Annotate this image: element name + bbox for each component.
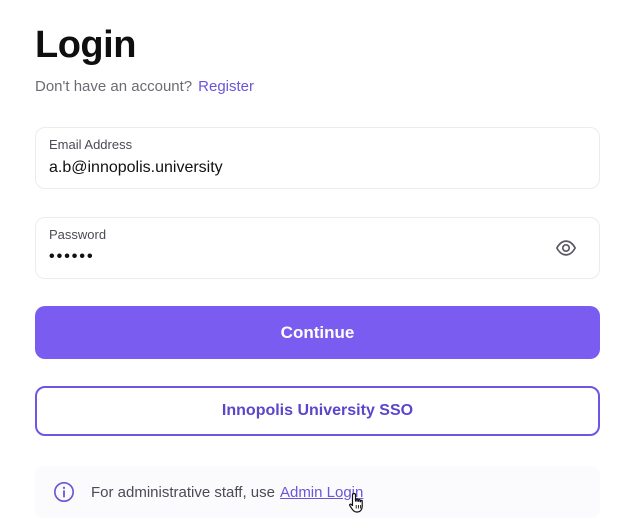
hand-pointer-icon — [349, 492, 363, 513]
login-page: Login Don't have an account? Register Ema… — [0, 0, 641, 532]
admin-note-text: For administrative staff, use — [91, 484, 275, 501]
register-prompt: Don't have an account? Register — [35, 78, 254, 95]
eye-icon[interactable] — [555, 237, 577, 259]
register-prompt-text: Don't have an account? — [35, 78, 193, 95]
password-input[interactable]: •••••• — [49, 248, 95, 266]
continue-button[interactable]: Continue — [35, 306, 600, 359]
password-label: Password — [49, 227, 107, 242]
register-link[interactable]: Register — [198, 78, 254, 95]
sso-button[interactable]: Innopolis University SSO — [35, 386, 600, 436]
page-title: Login — [35, 24, 136, 66]
email-label: Email Address — [49, 137, 133, 152]
admin-login-note: For administrative staff, use Admin Login — [35, 466, 600, 518]
email-input[interactable]: a.b@innopolis.university — [49, 159, 223, 177]
email-field[interactable]: Email Address a.b@innopolis.university — [35, 127, 600, 189]
info-icon — [54, 482, 74, 502]
password-field[interactable]: Password •••••• — [35, 217, 600, 279]
